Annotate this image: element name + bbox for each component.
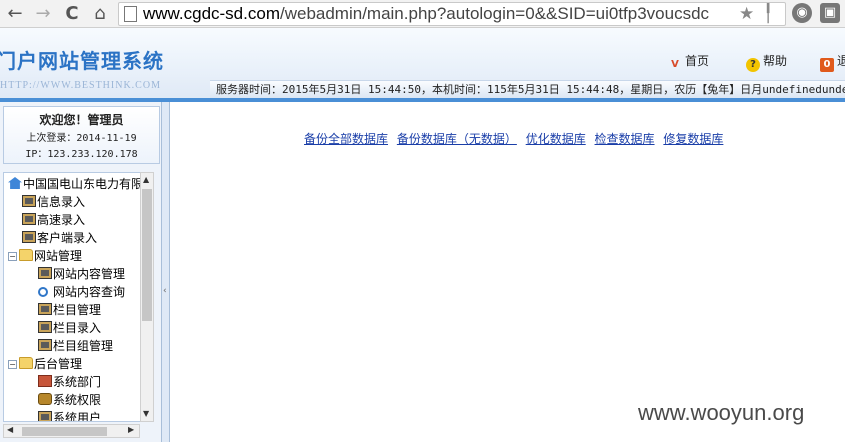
database-actions: 备份全部数据库 备份数据库（无数据） 优化数据库 检查数据库 修复数据库: [304, 130, 728, 147]
welcome-box: 欢迎您！管理员 上次登录：2014-11-19 IP：123.233.120.1…: [3, 106, 160, 164]
collapse-icon[interactable]: −: [8, 360, 17, 369]
tree-label: 网站内容管理: [53, 267, 126, 281]
tree-label: 客户端录入: [37, 231, 98, 245]
tree-folder-site-mgmt[interactable]: − 网站管理: [8, 247, 82, 265]
forward-icon[interactable]: →: [32, 3, 54, 25]
tree-label: 系统部门: [53, 375, 102, 389]
tree-label: 栏目组管理: [53, 339, 114, 353]
panel-splitter[interactable]: ‹: [162, 102, 170, 442]
tree-label: 栏目录入: [53, 321, 102, 335]
page-icon: [124, 6, 137, 22]
home-icon: [8, 177, 22, 189]
tree-item-sys-perm[interactable]: 系统权限: [38, 391, 101, 409]
tree-item-fast-entry[interactable]: 高速录入: [22, 211, 85, 229]
last-login: 上次登录：2014-11-19: [26, 133, 137, 144]
collapse-icon[interactable]: −: [8, 252, 17, 261]
tree-item-column-mgmt[interactable]: 栏目管理: [38, 301, 101, 319]
tree-label: 网站管理: [34, 249, 83, 263]
time-bar: 服务器时间：2015年5月31日 15:44:50，本机时间：115年5月31日…: [210, 80, 845, 98]
tree-label: 系统用户: [53, 411, 102, 422]
collapse-arrow-icon[interactable]: ‹: [163, 286, 167, 296]
tree-item-content-query[interactable]: 网站内容查询: [38, 283, 125, 301]
url-host: www.cgdc-sd.com: [143, 4, 280, 23]
app-icon: [22, 213, 36, 225]
globe-icon[interactable]: ◉: [792, 3, 812, 23]
app-icon: [38, 411, 52, 421]
tree-item-sys-user[interactable]: 系统用户: [38, 409, 102, 422]
tree-vertical-scrollbar[interactable]: ▲ ▼: [140, 172, 154, 422]
tree-label: 系统权限: [53, 393, 102, 407]
bookmark-star-icon[interactable]: ★: [739, 4, 754, 24]
scroll-left-icon[interactable]: ◀: [7, 425, 13, 434]
pin-icon[interactable]: ╿: [763, 4, 773, 24]
backup-all-db-link[interactable]: 备份全部数据库: [304, 132, 388, 146]
app-header: 门户网站管理系统 HTTP://WWW.BESTHINK.COM V 首页 ? 帮助…: [0, 28, 845, 100]
help-link-label: 帮助: [763, 54, 788, 68]
search-icon: [38, 287, 48, 297]
tree-item-client-entry[interactable]: 客户端录入: [22, 229, 97, 247]
book-icon: [38, 375, 52, 387]
tree-item-column-entry[interactable]: 栏目录入: [38, 319, 101, 337]
watermark: www.wooyun.org: [638, 400, 805, 425]
tree-label: 后台管理: [34, 357, 83, 371]
url-path: /webadmin/main.php?autologin=0&&SID=ui0t…: [279, 4, 710, 23]
tree-item-info-entry[interactable]: 信息录入: [22, 193, 85, 211]
scroll-thumb[interactable]: [142, 189, 152, 321]
system-logo: 门户网站管理系统: [0, 49, 164, 73]
logout-link-label: 退: [837, 54, 845, 68]
optimize-db-link[interactable]: 优化数据库: [526, 132, 586, 146]
app-icon: [38, 321, 52, 333]
logout-icon: 0: [820, 58, 834, 72]
folder-icon: [19, 249, 33, 261]
home-link[interactable]: V 首页: [668, 52, 709, 72]
app-icon: [38, 303, 52, 315]
logout-link[interactable]: 0退: [820, 52, 845, 72]
browser-toolbar: ← → C ⌂ www.cgdc-sd.com/webadmin/main.ph…: [0, 0, 845, 28]
login-ip: IP：123.233.120.178: [25, 149, 138, 160]
check-db-link[interactable]: 检查数据库: [595, 132, 655, 146]
key-icon: [38, 393, 52, 405]
extension-icon[interactable]: ▣: [820, 3, 840, 23]
tree-label: 栏目管理: [53, 303, 102, 317]
tree-horizontal-scrollbar[interactable]: ◀ ▶: [3, 424, 140, 438]
home-link-icon: V: [671, 59, 679, 70]
help-link[interactable]: ? 帮助: [746, 52, 787, 72]
tree-item-sys-dept[interactable]: 系统部门: [38, 373, 101, 391]
tree-root[interactable]: 中国国电山东电力有限: [8, 175, 142, 193]
app-icon: [38, 267, 52, 279]
back-icon[interactable]: ←: [4, 3, 26, 25]
tree-label: 中国国电山东电力有限: [23, 177, 142, 191]
home-link-label: 首页: [685, 54, 710, 68]
nav-tree: 中国国电山东电力有限 信息录入 高速录入 客户端录入 − 网站管理 网站内容管理 …: [3, 172, 142, 422]
left-panel: 欢迎您！管理员 上次登录：2014-11-19 IP：123.233.120.1…: [0, 102, 162, 442]
tree-item-column-group[interactable]: 栏目组管理: [38, 337, 113, 355]
tree-folder-backend[interactable]: − 后台管理: [8, 355, 82, 373]
help-icon: ?: [746, 58, 760, 72]
logo-subtitle: HTTP://WWW.BESTHINK.COM: [0, 80, 161, 91]
backup-db-no-data-link[interactable]: 备份数据库（无数据）: [397, 132, 517, 146]
app-icon: [22, 195, 36, 207]
repair-db-link[interactable]: 修复数据库: [663, 132, 723, 146]
url-text[interactable]: www.cgdc-sd.com/webadmin/main.php?autolo…: [143, 4, 709, 24]
scroll-thumb[interactable]: [22, 427, 107, 436]
tree-label: 网站内容查询: [53, 285, 126, 299]
tree-label: 信息录入: [37, 195, 86, 209]
home-icon[interactable]: ⌂: [89, 3, 111, 25]
tree-label: 高速录入: [37, 213, 86, 227]
scroll-down-icon[interactable]: ▼: [143, 409, 149, 418]
reload-icon[interactable]: C: [61, 3, 83, 25]
app-icon: [22, 231, 36, 243]
app-icon: [38, 339, 52, 351]
main-content: 备份全部数据库 备份数据库（无数据） 优化数据库 检查数据库 修复数据库: [171, 102, 845, 442]
welcome-title: 欢迎您！管理员: [39, 113, 124, 127]
scroll-up-icon[interactable]: ▲: [143, 175, 149, 184]
address-bar[interactable]: www.cgdc-sd.com/webadmin/main.php?autolo…: [118, 2, 786, 26]
folder-icon: [19, 357, 33, 369]
tree-item-content-mgmt[interactable]: 网站内容管理: [38, 265, 125, 283]
scroll-right-icon[interactable]: ▶: [128, 425, 134, 434]
